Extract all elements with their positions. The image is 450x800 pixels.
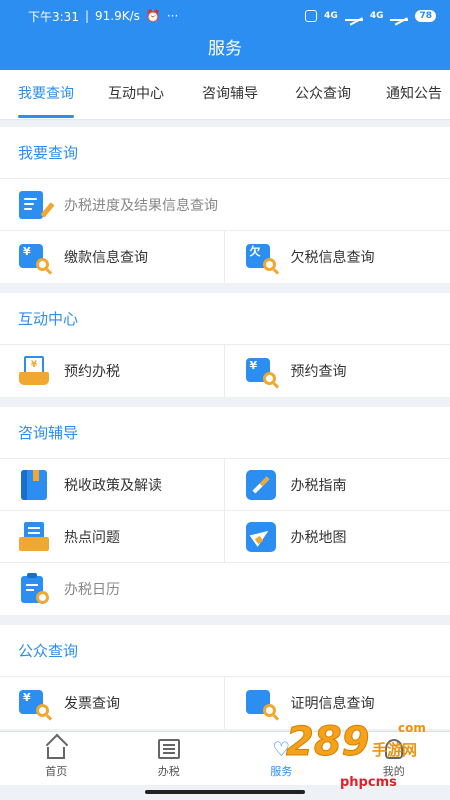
tab-notices[interactable]: 通知公告 bbox=[386, 70, 442, 119]
tab-consult[interactable]: 咨询辅导 bbox=[202, 70, 258, 119]
hot-questions[interactable]: 热点问题 bbox=[0, 511, 224, 562]
bottom-navigation: 首页 办税 ♡ 服务 我的 bbox=[0, 731, 450, 785]
service-list: 我要查询 办税进度及结果信息查询 ¥ 缴款信息查询 欠 欠税信息查询 互动中心 … bbox=[0, 127, 450, 731]
section-title: 咨询辅导 bbox=[0, 407, 450, 459]
arrears-info-query[interactable]: 欠 欠税信息查询 bbox=[223, 231, 450, 283]
tax-map[interactable]: 办税地图 bbox=[223, 511, 450, 562]
nav-tax[interactable]: 办税 bbox=[113, 732, 226, 785]
section-interact-center: 互动中心 ¥ 预约办税 ¥ 预约查询 bbox=[0, 293, 450, 397]
more-notifications: ··· bbox=[166, 9, 179, 23]
section-title: 互动中心 bbox=[0, 293, 450, 345]
tab-public-query[interactable]: 公众查询 bbox=[295, 70, 351, 119]
section-consult: 咨询辅导 税收政策及解读 办税指南 热点问题 办税地图 办税日历 bbox=[0, 407, 450, 615]
certificate-search-icon bbox=[245, 687, 277, 719]
invoice-query[interactable]: ¥ 发票查询 bbox=[0, 677, 224, 729]
document-edit-icon bbox=[18, 189, 55, 221]
signal-4g-label: 4G bbox=[324, 11, 338, 21]
tax-calendar[interactable]: 办税日历 bbox=[0, 563, 450, 615]
page-title: 服务 bbox=[0, 32, 450, 70]
book-icon bbox=[18, 469, 50, 501]
compass-icon bbox=[245, 469, 277, 501]
tab-my-query[interactable]: 我要查询 bbox=[18, 70, 74, 119]
section-title: 我要查询 bbox=[0, 127, 450, 179]
signal-icon-2 bbox=[390, 11, 409, 21]
home-indicator[interactable] bbox=[145, 790, 305, 794]
signal-4g-label-2: 4G bbox=[369, 11, 384, 21]
payment-search-icon: ¥ bbox=[18, 241, 50, 273]
tax-policy-interpretation[interactable]: 税收政策及解读 bbox=[0, 459, 224, 510]
tax-progress-query[interactable]: 办税进度及结果信息查询 bbox=[0, 179, 450, 230]
network-speed: 91.9K/s bbox=[95, 9, 140, 23]
paper-plane-icon bbox=[245, 521, 277, 553]
home-icon bbox=[47, 746, 66, 759]
tray-money-icon: ¥ bbox=[18, 355, 50, 387]
payment-info-query[interactable]: ¥ 缴款信息查询 bbox=[0, 231, 224, 283]
tab-bar: 我要查询 互动中心 咨询辅导 公众查询 通知公告 bbox=[0, 70, 450, 120]
nav-mine[interactable]: 我的 bbox=[338, 732, 450, 785]
signal-icon bbox=[344, 11, 363, 21]
appointment-tax[interactable]: ¥ 预约办税 bbox=[0, 345, 224, 397]
invoice-search-icon: ¥ bbox=[18, 687, 50, 719]
tax-guide[interactable]: 办税指南 bbox=[223, 459, 450, 510]
arrears-search-icon: 欠 bbox=[245, 241, 277, 273]
appointment-query[interactable]: ¥ 预约查询 bbox=[223, 345, 450, 397]
battery-icon: 78 bbox=[415, 10, 436, 22]
nav-service[interactable]: ♡ 服务 bbox=[225, 732, 338, 785]
list-icon bbox=[157, 738, 180, 759]
status-time: 下午3:31 bbox=[28, 9, 79, 24]
status-bar: 下午3:31 | 91.9K/s ⏰ ··· 4G 4G 78 bbox=[0, 0, 450, 32]
nav-home[interactable]: 首页 bbox=[0, 732, 113, 785]
appointment-search-icon: ¥ bbox=[245, 355, 277, 387]
calendar-icon bbox=[18, 573, 50, 605]
section-my-query: 我要查询 办税进度及结果信息查询 ¥ 缴款信息查询 欠 欠税信息查询 bbox=[0, 127, 450, 283]
vibrate-icon bbox=[305, 10, 318, 22]
section-title: 公众查询 bbox=[0, 625, 450, 677]
heart-icon: ♡ bbox=[272, 736, 291, 761]
alarm-icon: ⏰ bbox=[145, 9, 161, 23]
envelope-icon bbox=[18, 521, 50, 553]
tab-interact-center[interactable]: 互动中心 bbox=[108, 70, 164, 119]
certificate-info-query[interactable]: 证明信息查询 bbox=[223, 677, 450, 729]
section-public-query: 公众查询 ¥ 发票查询 证明信息查询 bbox=[0, 625, 450, 729]
user-icon bbox=[384, 738, 403, 759]
